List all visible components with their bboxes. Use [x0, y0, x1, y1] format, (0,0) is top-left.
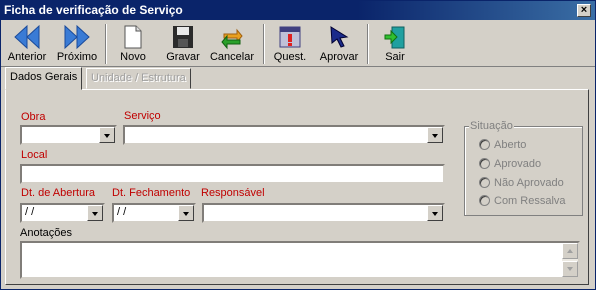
obra-label: Obra	[21, 111, 46, 123]
previous-button[interactable]: Anterior	[5, 23, 49, 65]
radio-nao-aprovado[interactable]: Não Aprovado	[479, 177, 564, 191]
dt-abertura-label: Dt. de Abertura	[21, 187, 95, 199]
new-button[interactable]: Novo	[113, 23, 153, 65]
save-button[interactable]: Gravar	[162, 23, 204, 65]
radio-label: Aberto	[494, 139, 527, 151]
next-arrow-icon	[64, 24, 90, 50]
chevron-down-icon[interactable]	[87, 205, 103, 221]
approve-button[interactable]: Aprovar	[317, 23, 361, 65]
title-bar: Ficha de verificação de Serviço ×	[1, 1, 595, 20]
questionnaire-icon	[279, 26, 301, 48]
questionnaire-button[interactable]: Quest.	[270, 23, 310, 65]
radio-com-ressalva[interactable]: Com Ressalva	[479, 195, 566, 209]
chevron-down-icon[interactable]	[427, 205, 443, 221]
toolbar: Anterior Próximo Novo Gravar Cancelar Qu…	[1, 21, 595, 67]
tab-dados-gerais[interactable]: Dados Gerais	[5, 67, 83, 90]
responsavel-select[interactable]	[202, 203, 445, 223]
servico-select[interactable]	[123, 125, 445, 145]
situacao-group: Situação Aberto Aprovado Não Aprovado Co…	[464, 120, 583, 216]
chevron-down-icon[interactable]	[99, 127, 115, 143]
approve-cursor-icon	[330, 26, 349, 48]
radio-circle-icon	[479, 139, 490, 150]
cancel-button[interactable]: Cancelar	[208, 23, 256, 65]
local-input[interactable]	[20, 164, 445, 184]
responsavel-label: Responsável	[201, 187, 265, 199]
anotacoes-label: Anotações	[20, 227, 72, 239]
previous-arrow-icon	[14, 24, 40, 50]
tab-unidade-estrutura[interactable]: Unidade / Estrutura	[86, 68, 191, 89]
save-label: Gravar	[166, 51, 200, 63]
exit-label: Sair	[385, 51, 405, 63]
close-button[interactable]: ×	[577, 4, 591, 17]
new-document-icon	[124, 25, 142, 49]
radio-circle-icon	[479, 195, 490, 206]
vertical-scrollbar[interactable]	[562, 243, 578, 277]
toolbar-separator	[367, 24, 369, 64]
approve-label: Aprovar	[319, 51, 359, 63]
radio-aprovado[interactable]: Aprovado	[479, 158, 541, 172]
next-label: Próximo	[56, 51, 98, 63]
local-label: Local	[21, 149, 48, 161]
undo-arrows-icon	[221, 28, 243, 50]
floppy-disk-icon	[173, 26, 193, 48]
situacao-title: Situação	[469, 120, 514, 132]
toolbar-separator	[105, 24, 107, 64]
previous-label: Anterior	[7, 51, 47, 63]
dt-abertura-field[interactable]: / /	[20, 203, 105, 223]
servico-label: Serviço	[124, 110, 161, 122]
dt-abertura-value: / /	[25, 206, 35, 218]
new-label: Novo	[120, 51, 146, 63]
next-button[interactable]: Próximo	[54, 23, 100, 65]
radio-aberto[interactable]: Aberto	[479, 139, 526, 153]
obra-select[interactable]	[20, 125, 117, 145]
window-title: Ficha de verificação de Serviço	[4, 3, 183, 17]
exit-button[interactable]: Sair	[377, 23, 413, 65]
radio-label: Com Ressalva	[494, 195, 566, 207]
radio-label: Não Aprovado	[494, 177, 564, 189]
app-window: Ficha de verificação de Serviço × Anteri…	[0, 0, 596, 290]
dt-fechamento-label: Dt. Fechamento	[112, 187, 191, 199]
questionnaire-label: Quest.	[273, 51, 307, 63]
cancel-label: Cancelar	[209, 51, 255, 63]
scroll-up-icon[interactable]	[562, 243, 578, 259]
dt-fechamento-value: / /	[117, 206, 127, 218]
scroll-down-icon[interactable]	[562, 261, 578, 277]
radio-circle-icon	[479, 177, 490, 188]
chevron-down-icon[interactable]	[427, 127, 443, 143]
radio-circle-icon	[479, 158, 490, 169]
anotacoes-textarea[interactable]	[20, 241, 580, 279]
toolbar-separator	[263, 24, 265, 64]
exit-door-icon	[384, 26, 405, 49]
dt-fechamento-field[interactable]: / /	[112, 203, 196, 223]
chevron-down-icon[interactable]	[178, 205, 194, 221]
general-data-panel: Obra Serviço Local Dt. de Abertura / / D…	[5, 89, 589, 285]
radio-label: Aprovado	[494, 158, 542, 170]
